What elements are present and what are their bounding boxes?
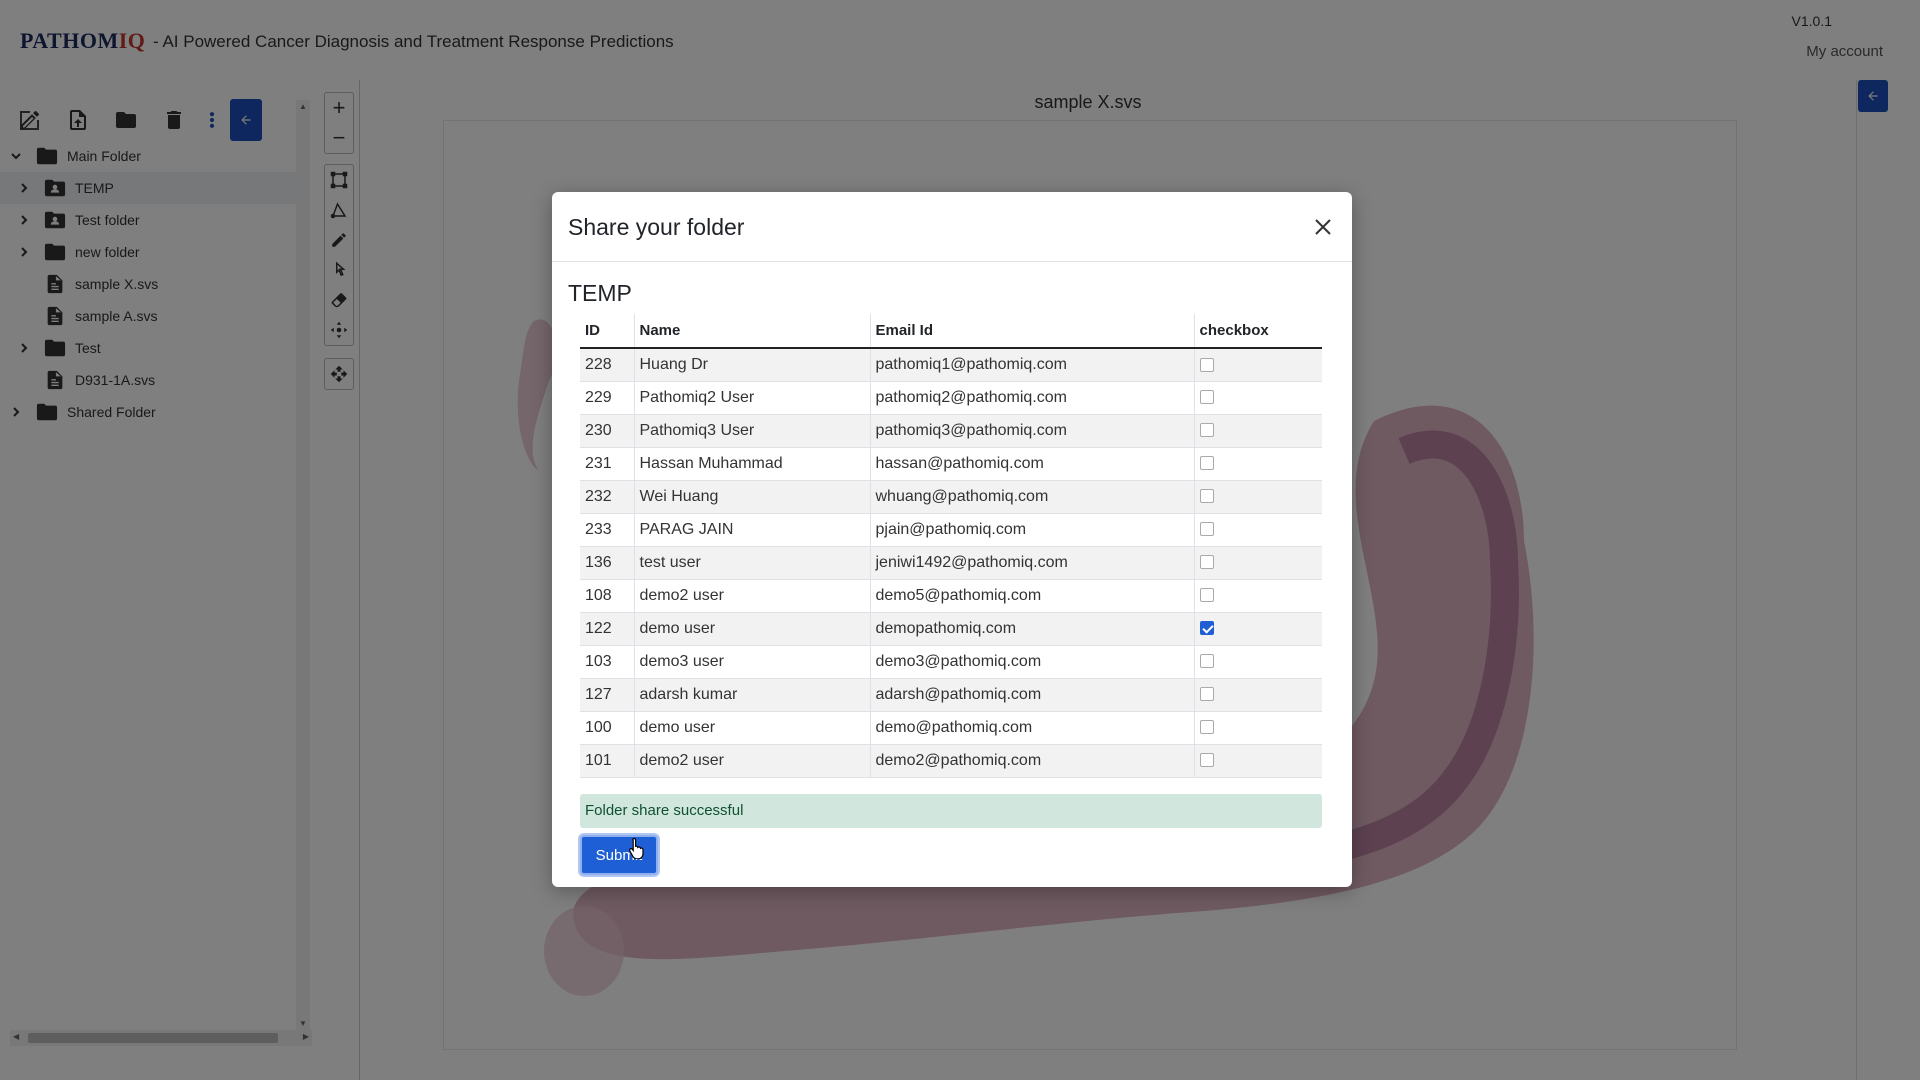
table-row: 100 demo user demo@pathomiq.com — [580, 711, 1322, 745]
table-row: 108 demo2 user demo5@pathomiq.com — [580, 579, 1322, 613]
cell-checkbox — [1193, 744, 1322, 778]
share-checkbox[interactable] — [1199, 390, 1214, 405]
shared-folder-name: TEMP — [568, 280, 632, 306]
cell-id: 122 — [580, 612, 634, 646]
cell-checkbox — [1193, 645, 1322, 679]
cell-id: 108 — [580, 579, 634, 613]
cell-id: 228 — [580, 348, 634, 382]
cell-checkbox — [1193, 612, 1322, 646]
cell-email: pathomiq2@pathomiq.com — [869, 381, 1194, 415]
column-header-name: Name — [633, 314, 870, 349]
cell-email: hassan@pathomiq.com — [869, 447, 1194, 481]
cell-name: test user — [633, 546, 870, 580]
cell-checkbox — [1193, 546, 1322, 580]
cell-name: Pathomiq3 User — [633, 414, 870, 448]
cell-name: Huang Dr — [633, 348, 870, 382]
cell-name: Pathomiq2 User — [633, 381, 870, 415]
share-checkbox[interactable] — [1199, 522, 1214, 537]
cell-email: demo2@pathomiq.com — [869, 744, 1194, 778]
table-row: 127 adarsh kumar adarsh@pathomiq.com — [580, 678, 1322, 712]
submit-button[interactable]: Submit — [580, 835, 658, 875]
share-checkbox[interactable] — [1199, 357, 1214, 372]
cell-id: 103 — [580, 645, 634, 679]
table-row: 229 Pathomiq2 User pathomiq2@pathomiq.com — [580, 381, 1322, 415]
cell-checkbox — [1193, 414, 1322, 448]
cell-email: demo5@pathomiq.com — [869, 579, 1194, 613]
cell-email: demo@pathomiq.com — [869, 711, 1194, 745]
cell-email: pathomiq1@pathomiq.com — [869, 348, 1194, 382]
modal-title: Share your folder — [568, 214, 745, 240]
cell-checkbox — [1193, 579, 1322, 613]
cell-id: 231 — [580, 447, 634, 481]
cell-checkbox — [1193, 513, 1322, 547]
cell-checkbox — [1193, 480, 1322, 514]
cell-name: demo3 user — [633, 645, 870, 679]
share-checkbox[interactable] — [1199, 687, 1214, 702]
cell-email: jeniwi1492@pathomiq.com — [869, 546, 1194, 580]
cell-id: 229 — [580, 381, 634, 415]
close-icon[interactable] — [1310, 214, 1336, 240]
success-alert: Folder share successful — [580, 794, 1322, 828]
column-header-email: Email Id — [869, 314, 1194, 349]
cell-email: demopathomiq.com — [869, 612, 1194, 646]
cell-checkbox — [1193, 381, 1322, 415]
cell-checkbox — [1193, 711, 1322, 745]
share-checkbox[interactable] — [1199, 555, 1214, 570]
hand-cursor-icon — [629, 837, 644, 859]
cell-checkbox — [1193, 447, 1322, 481]
cell-name: demo2 user — [633, 744, 870, 778]
table-row: 233 PARAG JAIN pjain@pathomiq.com — [580, 513, 1322, 547]
share-checkbox[interactable] — [1199, 588, 1214, 603]
table-row: 136 test user jeniwi1492@pathomiq.com — [580, 546, 1322, 580]
table-header-row: ID Name Email Id checkbox — [580, 314, 1322, 349]
cell-email: whuang@pathomiq.com — [869, 480, 1194, 514]
cell-checkbox — [1193, 678, 1322, 712]
table-row: 228 Huang Dr pathomiq1@pathomiq.com — [580, 348, 1322, 382]
table-row: 231 Hassan Muhammad hassan@pathomiq.com — [580, 447, 1322, 481]
column-header-id: ID — [580, 314, 634, 349]
column-header-checkbox: checkbox — [1193, 314, 1322, 349]
cell-name: PARAG JAIN — [633, 513, 870, 547]
cell-name: demo user — [633, 612, 870, 646]
share-checkbox[interactable] — [1199, 654, 1214, 669]
table-row: 101 demo2 user demo2@pathomiq.com — [580, 744, 1322, 778]
share-checkbox[interactable] — [1199, 720, 1214, 735]
cell-checkbox — [1193, 348, 1322, 382]
modal-header: Share your folder — [552, 192, 1352, 262]
cell-email: pjain@pathomiq.com — [869, 513, 1194, 547]
table-row: 230 Pathomiq3 User pathomiq3@pathomiq.com — [580, 414, 1322, 448]
cell-email: adarsh@pathomiq.com — [869, 678, 1194, 712]
share-checkbox[interactable] — [1199, 621, 1214, 636]
users-table: ID Name Email Id checkbox 228 Huang Dr pat… — [580, 314, 1322, 778]
table-row: 122 demo user demopathomiq.com — [580, 612, 1322, 646]
cell-name: demo2 user — [633, 579, 870, 613]
cell-email: demo3@pathomiq.com — [869, 645, 1194, 679]
share-folder-modal: Share your folder TEMP ID Name Email Id … — [552, 192, 1352, 887]
cell-id: 101 — [580, 744, 634, 778]
cell-name: Hassan Muhammad — [633, 447, 870, 481]
cell-id: 127 — [580, 678, 634, 712]
cell-id: 230 — [580, 414, 634, 448]
cell-name: adarsh kumar — [633, 678, 870, 712]
cell-email: pathomiq3@pathomiq.com — [869, 414, 1194, 448]
cell-name: Wei Huang — [633, 480, 870, 514]
cell-name: demo user — [633, 711, 870, 745]
cell-id: 233 — [580, 513, 634, 547]
table-row: 232 Wei Huang whuang@pathomiq.com — [580, 480, 1322, 514]
share-checkbox[interactable] — [1199, 489, 1214, 504]
table-row: 103 demo3 user demo3@pathomiq.com — [580, 645, 1322, 679]
cell-id: 136 — [580, 546, 634, 580]
share-checkbox[interactable] — [1199, 423, 1214, 438]
cell-id: 232 — [580, 480, 634, 514]
share-checkbox[interactable] — [1199, 753, 1214, 768]
cell-id: 100 — [580, 711, 634, 745]
share-checkbox[interactable] — [1199, 456, 1214, 471]
